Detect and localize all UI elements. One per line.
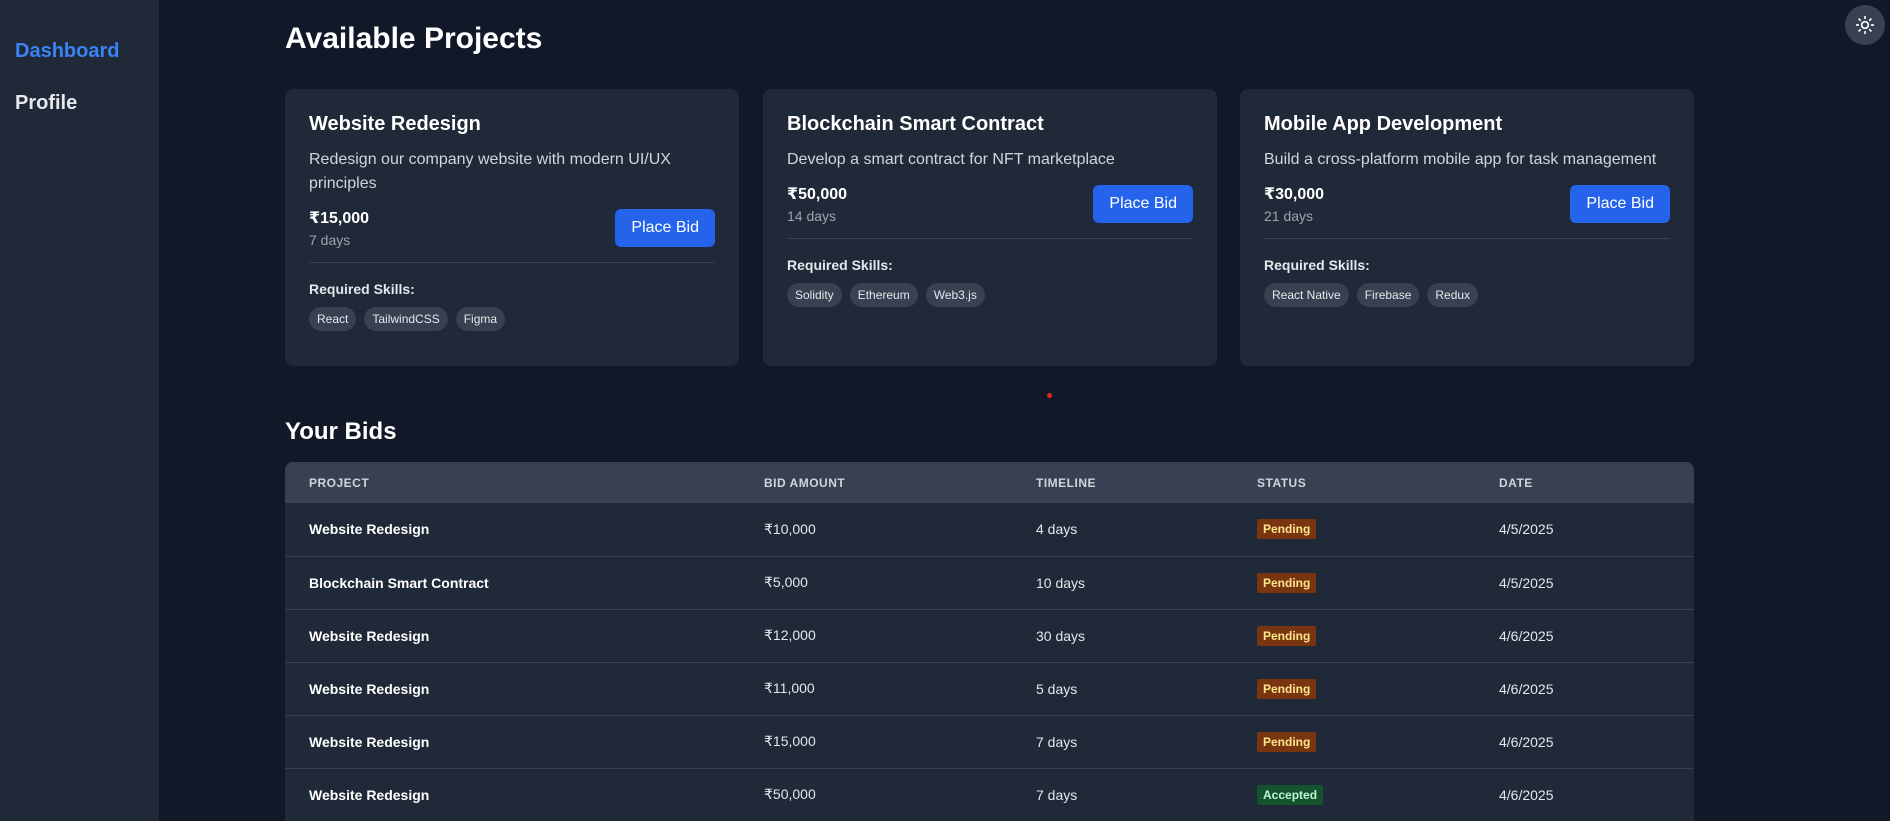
theme-toggle-button[interactable] (1845, 5, 1885, 45)
bid-status-cell: Accepted (1233, 768, 1475, 821)
bid-status-cell: Pending (1233, 503, 1475, 556)
bid-timeline-cell: 5 days (1036, 680, 1078, 697)
status-badge: Pending (1257, 519, 1317, 540)
project-description: Redesign our company website with modern… (309, 151, 671, 192)
project-duration: 7 days (309, 232, 351, 248)
sidebar: Dashboard Profile (0, 0, 159, 821)
bid-amount-cell: ₹12,000 (764, 627, 816, 643)
table-row[interactable]: Website Redesign ₹15,000 7 days Pending 4/6/… (285, 715, 1694, 768)
table-row[interactable]: Website Redesign ₹10,000 4 days Pending 4/5/… (285, 503, 1694, 556)
bid-project-cell: Website Redesign (309, 733, 430, 750)
project-title: Website Redesign (309, 113, 481, 135)
bid-date-cell: 4/5/2025 (1499, 521, 1554, 538)
status-badge: Accepted (1257, 784, 1324, 805)
project-title: Blockchain Smart Contract (787, 113, 1044, 135)
project-meta: ₹30,000 21 days Place Bid (1264, 184, 1670, 239)
skill-tag: Solidity (787, 283, 842, 307)
table-row[interactable]: Blockchain Smart Contract ₹5,000 10 days Pe… (285, 556, 1694, 609)
project-card: Blockchain Smart Contract Develop a smar… (763, 89, 1217, 366)
skill-tag: Ethereum (849, 283, 918, 307)
bid-amount-cell: ₹15,000 (764, 733, 816, 749)
skill-tag: React Native (1264, 283, 1349, 307)
skills-list: React TailwindCSS Figma (309, 307, 715, 331)
sidebar-item-profile[interactable]: Profile (15, 92, 77, 115)
bid-amount-cell: ₹11,000 (764, 680, 815, 696)
skill-tag: React (309, 307, 357, 331)
skills-list: Solidity Ethereum Web3.js (787, 283, 1193, 307)
bid-timeline-cell: 7 days (1036, 786, 1078, 803)
bid-date-cell: 4/6/2025 (1499, 733, 1554, 750)
skills-list: React Native Firebase Redux (1264, 283, 1670, 307)
bid-amount-cell: ₹5,000 (764, 574, 808, 590)
bid-amount-cell: ₹50,000 (764, 786, 816, 802)
status-badge: Pending (1257, 731, 1317, 752)
project-budget: ₹50,000 (787, 186, 848, 203)
sun-icon (1855, 15, 1875, 35)
project-cards: Website Redesign Redesign our company we… (285, 89, 1695, 366)
bid-timeline-cell: 30 days (1036, 627, 1086, 644)
bid-project-cell: Website Redesign (309, 627, 430, 644)
project-card: Mobile App Development Build a cross-pla… (1240, 89, 1694, 366)
bid-status-cell: Pending (1233, 609, 1475, 662)
bid-date-cell: 4/6/2025 (1499, 786, 1554, 803)
skill-tag: Figma (455, 307, 506, 331)
bids-table: PROJECT BID AMOUNT TIMELINE STATUS DATE … (285, 462, 1694, 821)
page-title: Available Projects (285, 22, 543, 55)
project-title: Mobile App Development (1264, 113, 1503, 135)
skills-label: Required Skills: (1264, 257, 1370, 273)
indicator-dot (1047, 393, 1052, 398)
status-badge: Pending (1257, 572, 1317, 593)
place-bid-button[interactable]: Place Bid (1093, 185, 1193, 223)
table-row[interactable]: Website Redesign ₹11,000 5 days Pending 4/6/… (285, 662, 1694, 715)
status-badge: Pending (1257, 678, 1317, 699)
bid-project-cell: Website Redesign (309, 521, 430, 538)
status-badge: Pending (1257, 625, 1317, 646)
project-meta: ₹50,000 14 days Place Bid (787, 184, 1193, 239)
bid-project-cell: Website Redesign (309, 786, 430, 803)
bid-date-cell: 4/6/2025 (1499, 680, 1554, 697)
bid-status-cell: Pending (1233, 662, 1475, 715)
table-row[interactable]: Website Redesign ₹50,000 7 days Accepted 4/6… (285, 768, 1694, 821)
column-header-project: PROJECT (309, 475, 370, 490)
project-description: Develop a smart contract for NFT marketp… (787, 151, 1115, 168)
bid-date-cell: 4/6/2025 (1499, 627, 1554, 644)
project-budget: ₹15,000 (309, 210, 370, 227)
project-budget: ₹30,000 (1264, 186, 1325, 203)
project-duration: 14 days (787, 208, 837, 224)
place-bid-button[interactable]: Place Bid (1570, 185, 1670, 223)
bid-timeline-cell: 7 days (1036, 733, 1078, 750)
bid-amount-cell: ₹10,000 (764, 520, 816, 537)
bids-section-title: Your Bids (285, 418, 397, 445)
bid-date-cell: 4/5/2025 (1499, 574, 1554, 591)
bid-project-cell: Website Redesign (309, 680, 430, 697)
table-row[interactable]: Website Redesign ₹12,000 30 days Pending 4/6… (285, 609, 1694, 662)
column-header-status: STATUS (1257, 475, 1307, 490)
project-card: Website Redesign Redesign our company we… (285, 89, 739, 366)
bid-project-cell: Blockchain Smart Contract (309, 574, 489, 591)
column-header-timeline: TIMELINE (1036, 475, 1096, 490)
column-header-bid-amount: BID AMOUNT (764, 475, 846, 490)
skills-label: Required Skills: (309, 281, 415, 297)
project-description: Build a cross-platform mobile app for ta… (1264, 151, 1657, 168)
bid-timeline-cell: 4 days (1036, 521, 1078, 538)
sidebar-item-dashboard[interactable]: Dashboard (15, 40, 119, 63)
bid-timeline-cell: 10 days (1036, 574, 1086, 591)
skill-tag: TailwindCSS (364, 307, 448, 331)
place-bid-button[interactable]: Place Bid (615, 209, 715, 247)
bid-status-cell: Pending (1233, 715, 1475, 768)
skill-tag: Firebase (1356, 283, 1420, 307)
table-header-row: PROJECT BID AMOUNT TIMELINE STATUS DATE (285, 462, 1694, 503)
project-duration: 21 days (1264, 208, 1314, 224)
skill-tag: Redux (1427, 283, 1479, 307)
project-meta: ₹15,000 7 days Place Bid (309, 208, 715, 263)
skills-label: Required Skills: (787, 257, 893, 273)
column-header-date: DATE (1499, 475, 1533, 490)
bid-status-cell: Pending (1233, 556, 1475, 609)
skill-tag: Web3.js (925, 283, 985, 307)
